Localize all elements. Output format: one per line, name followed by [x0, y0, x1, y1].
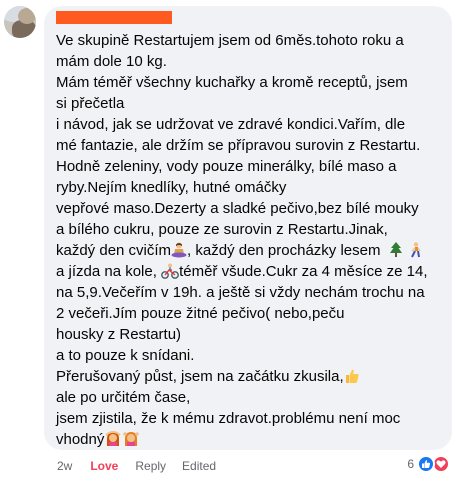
comment-line: vhodný	[56, 429, 448, 450]
comment-line: mé fantazie, ale držím se přípravou suro…	[56, 137, 421, 154]
comment-line: ale po určitém čase,	[56, 389, 191, 406]
commenter-avatar[interactable]	[4, 6, 36, 38]
person-gesturing-ok-icon	[105, 431, 122, 446]
comment-text-segment: každý den cvičím	[56, 242, 172, 259]
comment-line: a jízda na kole, téměř všude.Cukr za 4 m…	[56, 261, 448, 282]
love-reaction-button[interactable]: Love	[90, 459, 118, 473]
comment-actions: 2w Love Reply Edited	[57, 459, 216, 473]
comment-text-segment: téměř všude.Cukr za 4 měsíce ze 14,	[179, 263, 428, 280]
comment-line: jsem zjistila, že k mému zdravot.problém…	[56, 410, 401, 427]
comment-line: a bílého cukru, pouze ze surovin z Resta…	[56, 221, 388, 238]
comment-line: Hodně zeleniny, vody pouze minerálky, bí…	[56, 158, 397, 175]
thumbs-up-icon	[345, 369, 359, 383]
reaction-summary[interactable]: 6	[407, 455, 450, 473]
person-lotus-position-icon	[171, 242, 187, 258]
comment-line: vepřové maso.Dezerty a sladké pečivo,bez…	[56, 200, 419, 217]
comment-text-segment: Přerušovaný půst, jsem na začátku zkusil…	[56, 368, 344, 385]
author-name-redacted[interactable]	[56, 11, 172, 24]
comment-line: a to pouze k snídani.	[56, 347, 195, 364]
comment-line: na 5,9.Večeřím v 19h. a ještě si vždy ne…	[56, 284, 425, 301]
comment-line: housky z Restartu)	[56, 326, 182, 343]
edited-label[interactable]: Edited	[182, 459, 216, 473]
comment-line: Mám téměř všechny kuchařky a kromě recep…	[56, 74, 408, 91]
comment-text-segment: a jízda na kole,	[56, 263, 157, 280]
reply-button[interactable]: Reply	[135, 459, 166, 473]
comment-line: každý den cvičím , každý den procházky l…	[56, 240, 448, 261]
comment-text-segment: vhodný	[56, 431, 105, 448]
comment-line: mám dole 10 kg.	[56, 53, 167, 70]
person-gesturing-ok-icon	[123, 432, 140, 446]
evergreen-tree-icon	[389, 242, 402, 257]
comment-line: 2 večeři.Jím pouze žitné pečivo( nebo,pe…	[56, 305, 345, 322]
comment-text-segment: , každý den procházky lesem	[187, 242, 381, 259]
comment-line: Ve skupině Restartujem jsem od 6měs.toho…	[56, 32, 404, 49]
reaction-count: 6	[407, 457, 414, 471]
comment-text: Ve skupině Restartujem jsem od 6měs.toho…	[56, 30, 448, 450]
person-walking-icon	[410, 242, 421, 258]
comment-line: si přečetla	[56, 95, 125, 112]
comment-timestamp[interactable]: 2w	[57, 459, 72, 473]
comment-line: i návod, jak se udržovat ve zdravé kondi…	[56, 116, 406, 133]
like-reaction-icon	[417, 455, 435, 473]
comment-line: ryby.Nejím knedlíky, hutné omáčky	[56, 179, 287, 196]
person-biking-icon	[161, 263, 179, 279]
comment-line: Přerušovaný půst, jsem na začátku zkusil…	[56, 366, 448, 387]
